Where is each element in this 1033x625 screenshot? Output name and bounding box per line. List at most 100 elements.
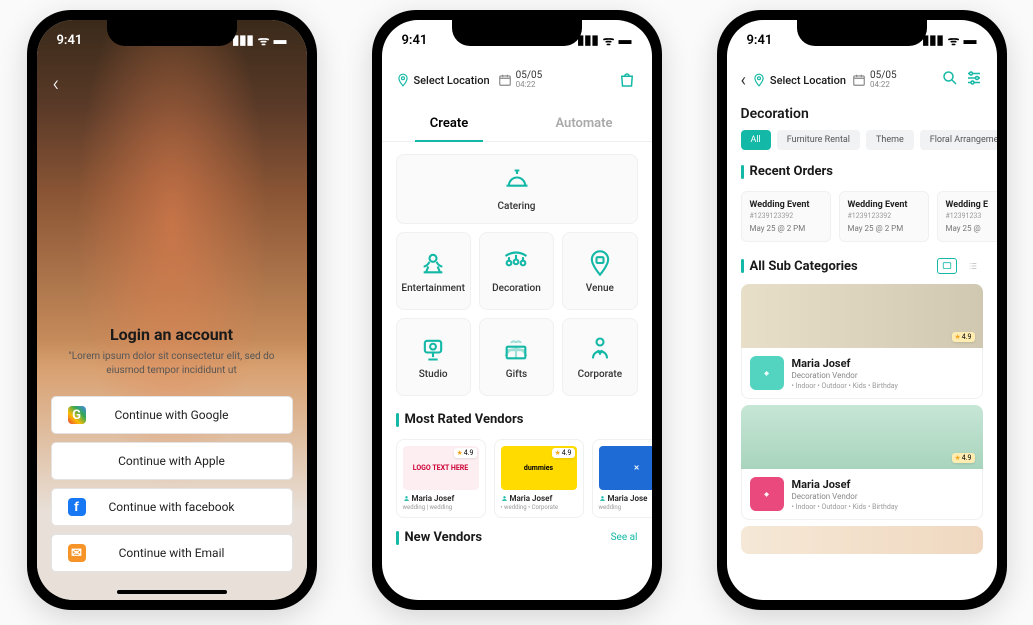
order-title: Wedding Event — [848, 200, 920, 210]
back-button[interactable]: ‹ — [741, 70, 746, 91]
battery-icon: ▬ — [619, 32, 632, 48]
vendor-card[interactable]: ✕ Maria Jose wedding — [592, 439, 652, 518]
gifts-icon — [502, 335, 530, 363]
email-label: Continue with Email — [68, 546, 276, 560]
subcategory-card[interactable]: ◈ Maria Josef Decoration Vendor • Indoor… — [741, 348, 983, 399]
studio-label: Studio — [419, 369, 448, 380]
bag-icon — [618, 71, 636, 89]
most-rated-title: Most Rated Vendors — [405, 412, 638, 427]
apple-label: Continue with Apple — [68, 454, 276, 468]
wifi-icon: ᯤ — [258, 31, 270, 49]
order-title: Wedding Event — [750, 200, 822, 210]
calendar-icon — [852, 73, 866, 87]
subcategory-tags: • Indoor • Outdoor • Kids • Birthday — [792, 503, 898, 511]
order-id: #1239123392 — [848, 212, 920, 220]
phone-categories: 9:41 ▮▮▮ ᯤ ▬ Select Location 05/0504:22 — [372, 10, 662, 610]
location-selector[interactable]: Select Location — [396, 73, 490, 87]
continue-google-button[interactable]: G Continue with Google — [51, 396, 293, 434]
category-decoration[interactable]: Decoration — [479, 232, 554, 310]
tab-create[interactable]: Create — [382, 106, 517, 141]
chip-all[interactable]: All — [741, 130, 771, 150]
subcategory-image[interactable]: ★4.9 — [741, 405, 983, 469]
vendor-card[interactable]: ★4.9 LOGO TEXT HERE Maria Josef wedding … — [396, 439, 486, 518]
order-card[interactable]: Wedding E #12391233 May 25 @ — [937, 191, 997, 242]
grid-icon — [941, 261, 953, 271]
time-value: 04:22 — [870, 81, 897, 90]
subcategory-vendor: Decoration Vendor — [792, 492, 898, 501]
category-catering[interactable]: Catering — [396, 154, 638, 224]
decoration-icon — [502, 249, 530, 277]
chip-furniture[interactable]: Furniture Rental — [777, 130, 860, 150]
recent-orders-title: Recent Orders — [750, 164, 983, 179]
date-selector[interactable]: 05/0504:22 — [852, 70, 897, 90]
grid-view-toggle[interactable] — [937, 258, 957, 274]
subcategory-logo: ◈ — [750, 477, 784, 511]
subcategory-logo: ◈ — [750, 356, 784, 390]
subcategory-image[interactable] — [741, 526, 983, 554]
subcategory-card[interactable]: ◈ Maria Josef Decoration Vendor • Indoor… — [741, 469, 983, 520]
order-date: May 25 @ — [946, 224, 997, 233]
decoration-label: Decoration — [492, 283, 541, 294]
vendor-card[interactable]: ★4.9 dummies Maria Josef • wedding • Cor… — [494, 439, 584, 518]
order-id: #12391233 — [946, 212, 997, 220]
location-selector[interactable]: Select Location — [752, 73, 846, 87]
continue-apple-button[interactable]: Continue with Apple — [51, 442, 293, 480]
page-title: Decoration — [727, 100, 997, 130]
new-vendors-header: New Vendors See al — [382, 526, 652, 549]
category-venue[interactable]: Venue — [562, 232, 637, 310]
notch — [452, 20, 582, 46]
search-button[interactable] — [941, 69, 959, 91]
all-subcategories-header: All Sub Categories — [727, 254, 997, 278]
new-vendors-title: New Vendors — [405, 530, 605, 545]
phone-login: 9:41 ▮▮▮ ᯤ ▬ ‹ Login an account "Lorem i… — [27, 10, 317, 610]
calendar-icon — [498, 73, 512, 87]
subcategory-image[interactable]: ★4.9 — [741, 284, 983, 348]
order-card[interactable]: Wedding Event #1239123392 May 25 @ 2 PM — [839, 191, 929, 242]
google-label: Continue with Google — [68, 408, 276, 422]
chip-theme[interactable]: Theme — [866, 130, 914, 150]
see-all-link[interactable]: See al — [611, 532, 638, 543]
battery-icon: ▬ — [274, 32, 287, 48]
order-title: Wedding E — [946, 200, 997, 210]
cart-button[interactable] — [616, 69, 638, 91]
facebook-label: Continue with facebook — [68, 500, 276, 514]
location-icon — [752, 73, 766, 87]
rating-badge: ★4.9 — [952, 332, 975, 342]
list-view-toggle[interactable] — [963, 258, 983, 274]
most-rated-header: Most Rated Vendors — [382, 408, 652, 431]
category-corporate[interactable]: Corporate — [562, 318, 637, 396]
battery-icon: ▬ — [964, 32, 977, 48]
status-time: 9:41 — [57, 33, 83, 48]
location-label: Select Location — [770, 74, 846, 87]
tab-automate[interactable]: Automate — [517, 106, 652, 141]
rating-badge: ★4.9 — [952, 453, 975, 463]
category-gifts[interactable]: Gifts — [479, 318, 554, 396]
entertainment-icon — [419, 249, 447, 277]
category-studio[interactable]: Studio — [396, 318, 471, 396]
filter-button[interactable] — [965, 69, 983, 91]
subcategory-name: Maria Josef — [792, 357, 898, 370]
continue-facebook-button[interactable]: f Continue with facebook — [51, 488, 293, 526]
category-entertainment[interactable]: Entertainment — [396, 232, 471, 310]
list-icon — [967, 261, 979, 271]
notch — [797, 20, 927, 46]
phone-decoration: 9:41 ▮▮▮ ᯤ ▬ ‹ Select Location 05/0504:2… — [717, 10, 1007, 610]
login-subtitle: "Lorem ipsum dolor sit consectetur elit,… — [51, 350, 293, 378]
recent-orders-header: Recent Orders — [727, 160, 997, 183]
order-card[interactable]: Wedding Event #1239123392 May 25 @ 2 PM — [741, 191, 831, 242]
search-icon — [941, 69, 959, 87]
status-time: 9:41 — [402, 33, 428, 48]
subcategory-vendor: Decoration Vendor — [792, 371, 898, 380]
chip-floral[interactable]: Floral Arrangeme — [920, 130, 997, 150]
catering-icon — [503, 167, 531, 195]
signal-icon: ▮▮▮ — [922, 33, 943, 48]
date-selector[interactable]: 05/0504:22 — [498, 70, 543, 90]
notch — [107, 20, 237, 46]
user-icon — [599, 495, 606, 502]
user-icon — [501, 495, 508, 502]
home-indicator[interactable] — [117, 590, 227, 594]
back-button[interactable]: ‹ — [53, 72, 60, 97]
corporate-icon — [586, 335, 614, 363]
continue-email-button[interactable]: ✉ Continue with Email — [51, 534, 293, 572]
order-id: #1239123392 — [750, 212, 822, 220]
